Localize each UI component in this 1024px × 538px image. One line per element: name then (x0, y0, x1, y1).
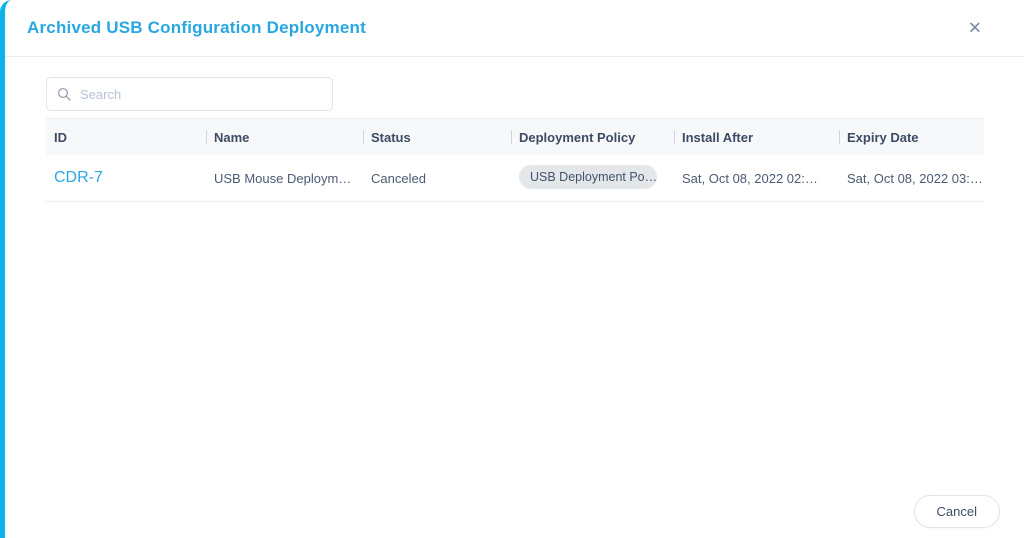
dialog-title: Archived USB Configuration Deployment (27, 18, 366, 37)
column-header-status: Status (363, 130, 511, 145)
expiry-date-cell: Sat, Oct 08, 2022 03:… (847, 170, 983, 186)
deployments-table: ID Name Status Deployment Policy Install… (46, 118, 984, 202)
archived-usb-deployment-dialog: Archived USB Configuration Deployment ✕ … (0, 0, 1024, 538)
deployment-id-link[interactable]: CDR-7 (54, 169, 103, 186)
column-header-name: Name (206, 130, 363, 145)
dialog-header: Archived USB Configuration Deployment ✕ (5, 0, 1024, 57)
close-icon[interactable]: ✕ (964, 18, 986, 39)
deployment-name-cell: USB Mouse Deploym… (214, 170, 352, 186)
dialog-body: ID Name Status Deployment Policy Install… (5, 57, 1024, 202)
deployment-status-cell: Canceled (371, 170, 426, 186)
column-header-deployment-policy: Deployment Policy (511, 130, 674, 145)
deployment-policy-chip: USB Deployment Po… (519, 164, 657, 189)
dialog-footer: Cancel (913, 495, 1000, 528)
table-row: CDR-7 USB Mouse Deploym… Canceled USB De… (46, 155, 984, 202)
column-header-expiry-date: Expiry Date (839, 130, 984, 145)
table-header-row: ID Name Status Deployment Policy Install… (46, 119, 984, 155)
column-header-install-after: Install After (674, 130, 839, 145)
search-box[interactable] (46, 77, 333, 111)
column-header-id: ID (54, 129, 67, 145)
cancel-button[interactable]: Cancel (913, 495, 1000, 528)
search-input[interactable] (46, 77, 333, 111)
install-after-cell: Sat, Oct 08, 2022 02:… (682, 170, 818, 186)
